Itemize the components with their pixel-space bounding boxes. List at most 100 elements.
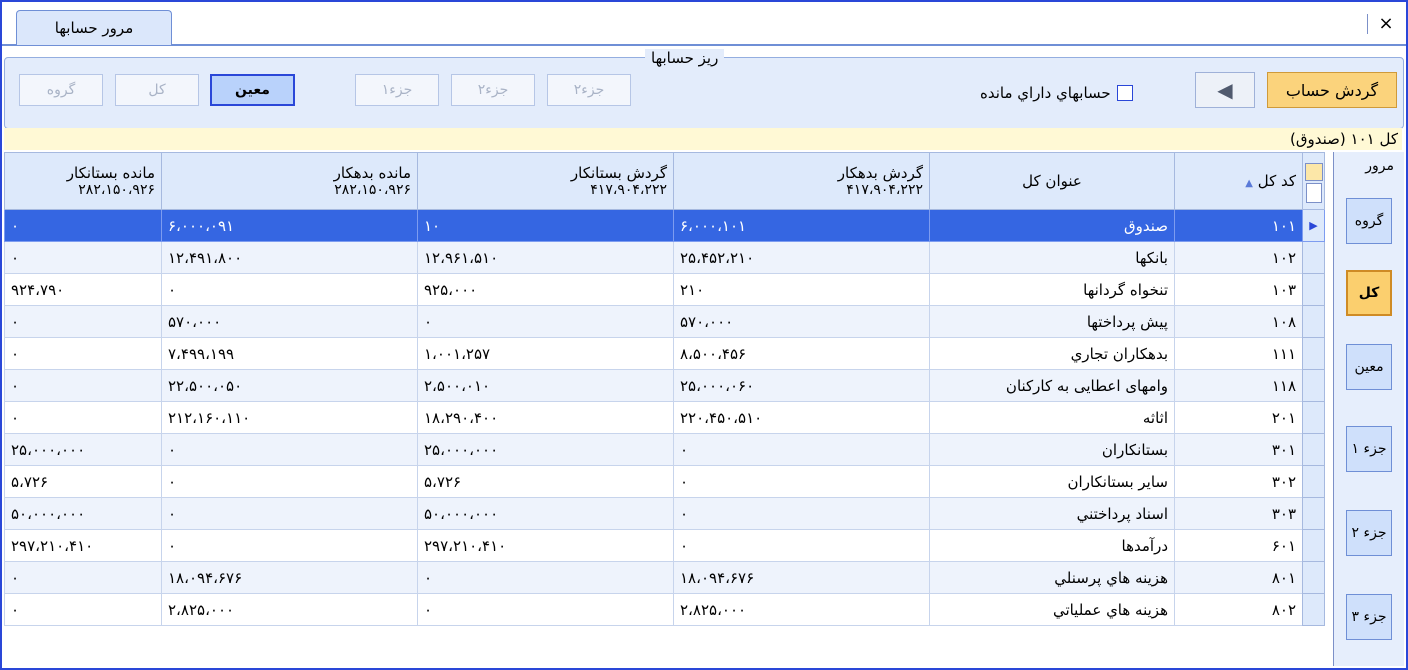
row-indicator[interactable] xyxy=(1302,497,1325,530)
has-balance-checkbox-wrap[interactable]: حسابهاي داراي مانده xyxy=(980,84,1133,102)
cell-credit-balance[interactable]: ۰ xyxy=(4,401,162,434)
cell-code[interactable]: ۱۰۸ xyxy=(1174,305,1303,338)
cell-debit-balance[interactable]: ۰ xyxy=(161,497,418,530)
table-row[interactable]: ۲۰۱ اثاثه ۲۲۰،۴۵۰،۵۱۰ ۱۸،۲۹۰،۴۰۰ ۲۱۲،۱۶۰،۱۱۰… xyxy=(4,401,1325,434)
level-joz2-button[interactable]: جزء۲ xyxy=(451,74,535,106)
cell-debit-balance[interactable]: ۷،۴۹۹،۱۹۹ xyxy=(161,337,418,370)
table-row[interactable]: ۳۰۱ بستانكاران ۰ ۲۵،۰۰۰،۰۰۰ ۰ ۲۵،۰۰۰،۰۰۰ xyxy=(4,433,1325,466)
cell-credit-turnover[interactable]: ۰ xyxy=(417,305,674,338)
cell-code[interactable]: ۱۰۱ xyxy=(1174,209,1303,242)
cell-title[interactable]: صندوق xyxy=(929,209,1175,242)
cell-title[interactable]: وامهای اعطایی به کارکنان xyxy=(929,369,1175,402)
nav-joz2-button[interactable]: جزء ۲ xyxy=(1346,510,1392,556)
close-icon[interactable]: × xyxy=(1367,14,1396,34)
table-row[interactable]: ۱۰۲ بانكها ۲۵،۴۵۲،۲۱۰ ۱۲،۹۶۱،۵۱۰ ۱۲،۴۹۱،۸۰۰ ۰ xyxy=(4,241,1325,274)
row-indicator[interactable] xyxy=(1302,305,1325,338)
cell-title[interactable]: هزينه هاي عملياتي xyxy=(929,593,1175,626)
row-pointer-icon[interactable]: ▶ xyxy=(1302,209,1325,242)
row-indicator[interactable] xyxy=(1302,401,1325,434)
nav-joz3-button[interactable]: جزء ۳ xyxy=(1346,594,1392,640)
row-indicator[interactable] xyxy=(1302,593,1325,626)
cell-credit-balance[interactable]: ۰ xyxy=(4,241,162,274)
cell-debit-turnover[interactable]: ۰ xyxy=(673,465,930,498)
cell-credit-turnover[interactable]: ۲۹۷،۲۱۰،۴۱۰ xyxy=(417,529,674,562)
cell-credit-turnover[interactable]: ۹۲۵،۰۰۰ xyxy=(417,273,674,306)
table-row[interactable]: ۱۰۳ تنخواه گردانها ۲۱۰ ۹۲۵،۰۰۰ ۰ ۹۲۴،۷۹۰ xyxy=(4,273,1325,306)
cell-credit-balance[interactable]: ۵،۷۲۶ xyxy=(4,465,162,498)
column-chooser-icon[interactable] xyxy=(1304,163,1323,181)
header-debit-turnover[interactable]: گردش بدهكار ۴۱۷،۹۰۴،۲۲۲ xyxy=(673,152,930,210)
cell-debit-balance[interactable]: ۰ xyxy=(161,433,418,466)
cell-title[interactable]: هزينه هاي پرسنلي xyxy=(929,561,1175,594)
nav-group-button[interactable]: گروه xyxy=(1346,198,1392,244)
cell-debit-balance[interactable]: ۱۸،۰۹۴،۶۷۶ xyxy=(161,561,418,594)
row-indicator[interactable] xyxy=(1302,369,1325,402)
cell-code[interactable]: ۳۰۱ xyxy=(1174,433,1303,466)
cell-code[interactable]: ۳۰۲ xyxy=(1174,465,1303,498)
row-indicator[interactable] xyxy=(1302,561,1325,594)
cell-credit-turnover[interactable]: ۱۲،۹۶۱،۵۱۰ xyxy=(417,241,674,274)
cell-credit-balance[interactable]: ۲۵،۰۰۰،۰۰۰ xyxy=(4,433,162,466)
account-turnover-button[interactable]: گردش حساب xyxy=(1267,72,1397,108)
table-row[interactable]: ▶ ۱۰۱ صندوق ۶،۰۰۰،۱۰۱ ۱۰ ۶،۰۰۰،۰۹۱ ۰ xyxy=(4,209,1325,242)
table-row[interactable]: ۸۰۲ هزينه هاي عملياتي ۲،۸۲۵،۰۰۰ ۰ ۲،۸۲۵،۰۰۰ ۰ xyxy=(4,593,1325,626)
level-joz3-button[interactable]: جزء۲ xyxy=(547,74,631,106)
table-row[interactable]: ۸۰۱ هزينه هاي پرسنلي ۱۸،۰۹۴،۶۷۶ ۰ ۱۸،۰۹۴،۶۷۶… xyxy=(4,561,1325,594)
cell-title[interactable]: ساير بستانكاران xyxy=(929,465,1175,498)
cell-title[interactable]: بانكها xyxy=(929,241,1175,274)
cell-debit-balance[interactable]: ۲۱۲،۱۶۰،۱۱۰ xyxy=(161,401,418,434)
accounts-grid[interactable]: كد كل ▲ عنوان كل گردش بدهكار ۴۱۷،۹۰۴،۲۲۲… xyxy=(4,152,1335,666)
level-group-button[interactable]: گروه xyxy=(19,74,103,106)
cell-debit-turnover[interactable]: ۱۸،۰۹۴،۶۷۶ xyxy=(673,561,930,594)
cell-credit-turnover[interactable]: ۱۸،۲۹۰،۴۰۰ xyxy=(417,401,674,434)
cell-title[interactable]: پيش پرداختها xyxy=(929,305,1175,338)
cell-title[interactable]: درآمدها xyxy=(929,529,1175,562)
header-title[interactable]: عنوان كل xyxy=(929,152,1175,210)
export-icon[interactable] xyxy=(1305,183,1322,203)
cell-credit-turnover[interactable]: ۰ xyxy=(417,561,674,594)
cell-credit-turnover[interactable]: ۱،۰۰۱،۲۵۷ xyxy=(417,337,674,370)
cell-debit-balance[interactable]: ۱۲،۴۹۱،۸۰۰ xyxy=(161,241,418,274)
cell-debit-balance[interactable]: ۵۷۰،۰۰۰ xyxy=(161,305,418,338)
nav-joz1-button[interactable]: جزء ۱ xyxy=(1346,426,1392,472)
cell-title[interactable]: بستانكاران xyxy=(929,433,1175,466)
header-debit-balance[interactable]: مانده بدهكار ۲۸۲،۱۵۰،۹۲۶ xyxy=(161,152,418,210)
cell-debit-turnover[interactable]: ۵۷۰،۰۰۰ xyxy=(673,305,930,338)
cell-credit-balance[interactable]: ۰ xyxy=(4,337,162,370)
row-indicator[interactable] xyxy=(1302,273,1325,306)
level-moin-button[interactable]: معين xyxy=(210,74,295,106)
cell-code[interactable]: ۸۰۱ xyxy=(1174,561,1303,594)
cell-credit-balance[interactable]: ۰ xyxy=(4,593,162,626)
cell-debit-balance[interactable]: ۰ xyxy=(161,273,418,306)
cell-code[interactable]: ۸۰۲ xyxy=(1174,593,1303,626)
tab-accounts-review[interactable]: مرور حسابها xyxy=(16,10,172,45)
cell-debit-balance[interactable]: ۲،۸۲۵،۰۰۰ xyxy=(161,593,418,626)
cell-credit-turnover[interactable]: ۰ xyxy=(417,593,674,626)
table-row[interactable]: ۳۰۳ اسناد پرداختني ۰ ۵۰،۰۰۰،۰۰۰ ۰ ۵۰،۰۰۰،۰۰۰ xyxy=(4,497,1325,530)
cell-debit-balance[interactable]: ۶،۰۰۰،۰۹۱ xyxy=(161,209,418,242)
cell-debit-turnover[interactable]: ۲۵،۰۰۰،۰۶۰ xyxy=(673,369,930,402)
header-code[interactable]: كد كل ▲ xyxy=(1174,152,1303,210)
row-indicator[interactable] xyxy=(1302,337,1325,370)
row-indicator[interactable] xyxy=(1302,529,1325,562)
table-row[interactable]: ۱۰۸ پيش پرداختها ۵۷۰،۰۰۰ ۰ ۵۷۰،۰۰۰ ۰ xyxy=(4,305,1325,338)
level-joz1-button[interactable]: جزء۱ xyxy=(355,74,439,106)
cell-title[interactable]: تنخواه گردانها xyxy=(929,273,1175,306)
table-row[interactable]: ۳۰۲ ساير بستانكاران ۰ ۵،۷۲۶ ۰ ۵،۷۲۶ xyxy=(4,465,1325,498)
cell-title[interactable]: اسناد پرداختني xyxy=(929,497,1175,530)
has-balance-checkbox[interactable] xyxy=(1116,85,1133,101)
cell-title[interactable]: اثاثه xyxy=(929,401,1175,434)
cell-credit-turnover[interactable]: ۵،۷۲۶ xyxy=(417,465,674,498)
header-credit-turnover[interactable]: گردش بستانكار ۴۱۷،۹۰۴،۲۲۲ xyxy=(417,152,674,210)
cell-code[interactable]: ۱۰۲ xyxy=(1174,241,1303,274)
table-row[interactable]: ۱۱۱ بدهكاران تجاري ۸،۵۰۰،۴۵۶ ۱،۰۰۱،۲۵۷ ۷،۴۹۹… xyxy=(4,337,1325,370)
header-credit-balance[interactable]: مانده بستانكار ۲۸۲،۱۵۰،۹۲۶ xyxy=(4,152,162,210)
grid-corner[interactable] xyxy=(1302,152,1325,210)
table-row[interactable]: ۱۱۸ وامهای اعطایی به کارکنان ۲۵،۰۰۰،۰۶۰ ۲،۵… xyxy=(4,369,1325,402)
cell-credit-balance[interactable]: ۰ xyxy=(4,369,162,402)
cell-title[interactable]: بدهكاران تجاري xyxy=(929,337,1175,370)
cell-debit-turnover[interactable]: ۲۵،۴۵۲،۲۱۰ xyxy=(673,241,930,274)
cell-credit-turnover[interactable]: ۵۰،۰۰۰،۰۰۰ xyxy=(417,497,674,530)
row-indicator[interactable] xyxy=(1302,465,1325,498)
table-row[interactable]: ۶۰۱ درآمدها ۰ ۲۹۷،۲۱۰،۴۱۰ ۰ ۲۹۷،۲۱۰،۴۱۰ xyxy=(4,529,1325,562)
